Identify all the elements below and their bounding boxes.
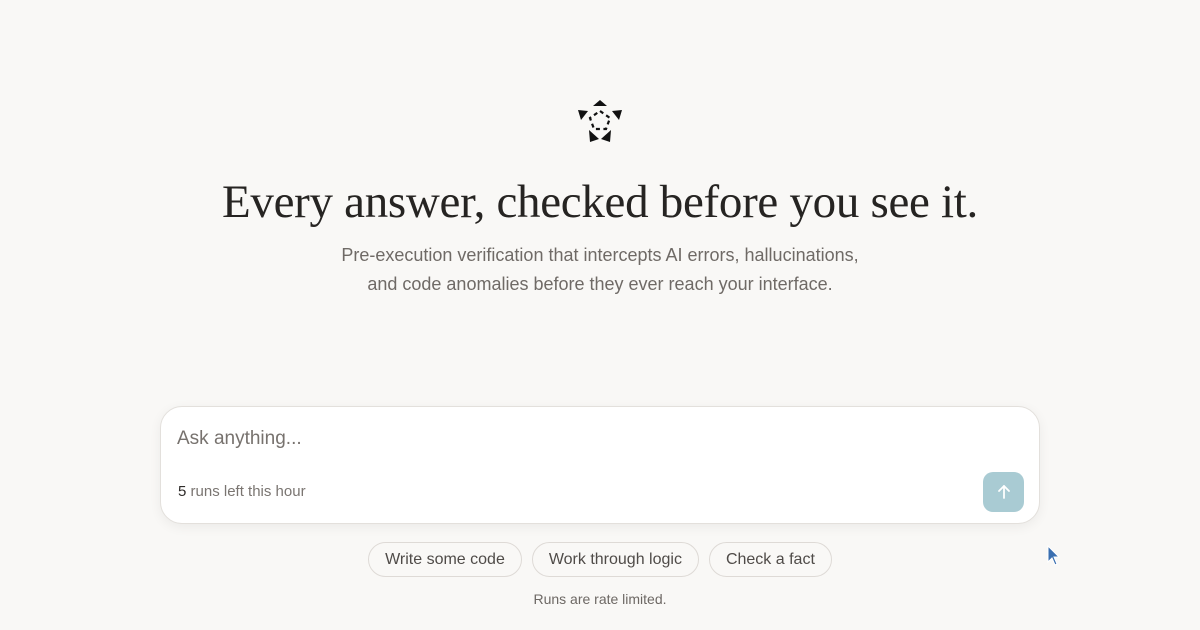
pentagon-arrows-logo-icon — [578, 100, 622, 142]
runs-left: 5 runs left this hour — [178, 483, 306, 500]
mouse-cursor — [1047, 544, 1061, 567]
suggestion-chips: Write some code Work through logic Check… — [0, 542, 1200, 577]
submit-button[interactable] — [983, 472, 1024, 512]
arrow-up-icon — [997, 485, 1010, 499]
prompt-input[interactable] — [177, 423, 957, 455]
logo — [577, 98, 623, 144]
chip-write-some-code[interactable]: Write some code — [368, 542, 522, 577]
headline: Every answer, checked before you see it. — [221, 176, 979, 228]
chip-check-a-fact[interactable]: Check a fact — [708, 542, 832, 577]
prompt-box: 5 runs left this hour — [160, 406, 1040, 524]
runs-count: 5 — [178, 483, 187, 500]
rate-limit-note: Runs are rate limited. — [533, 591, 667, 607]
runs-label: runs left this hour — [190, 483, 306, 500]
pointer-cursor-icon — [1047, 544, 1061, 566]
subtitle: Pre-execution verification that intercep… — [341, 245, 859, 294]
chip-work-through-logic[interactable]: Work through logic — [531, 542, 699, 577]
